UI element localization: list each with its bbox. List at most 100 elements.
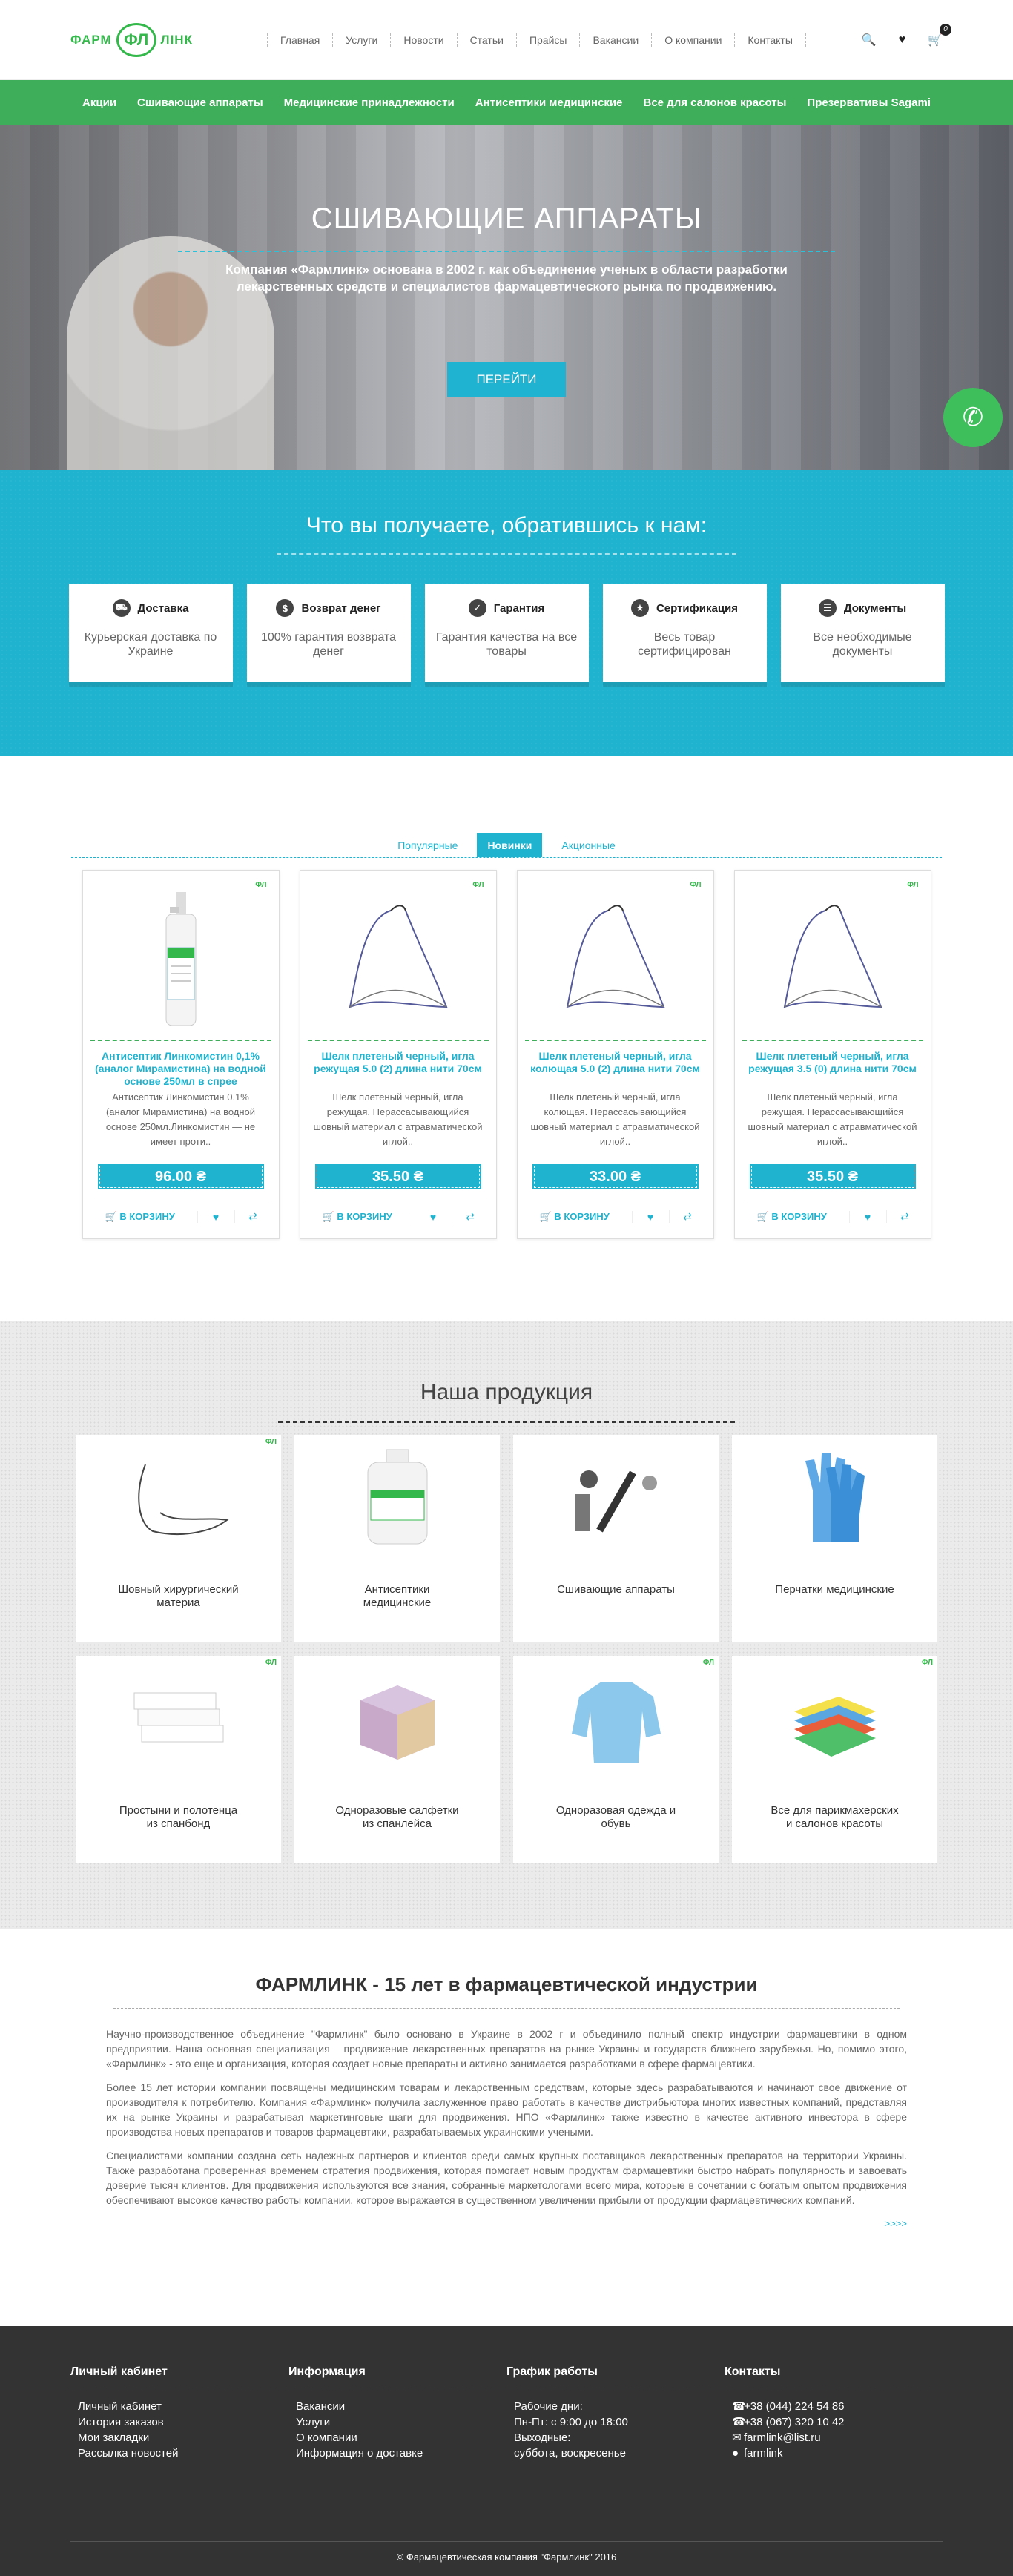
add-to-cart-button[interactable]: 🛒 В КОРЗИНУ <box>525 1211 632 1223</box>
nav-news[interactable]: Новости <box>391 33 458 47</box>
antiseptic-jar-image <box>367 1449 427 1545</box>
product-card[interactable]: ФЛ Шелк плетеный черный, игла режущая 5.… <box>299 870 497 1239</box>
product-image[interactable]: ФЛ <box>742 878 923 1041</box>
copyright: © Фармацевтическая компания "Фармлинк" 2… <box>396 2552 617 2563</box>
category-card-napkins[interactable]: Одноразовые салфетки из спанлейса <box>294 1656 500 1863</box>
wishlist-heart-icon[interactable]: ♥ <box>631 1210 669 1223</box>
benefit-card-refund: $ Возврат денег 100% гарантия возврата де… <box>246 584 411 682</box>
category-card-salons[interactable]: ФЛ Все для парикмахерских и салонов крас… <box>732 1656 937 1863</box>
wishlist-heart-icon[interactable]: ♥ <box>848 1210 886 1223</box>
product-tabs: Популярные Новинки Акционные <box>0 833 1013 857</box>
tab-sale[interactable]: Акционные <box>551 833 625 857</box>
product-description: Шелк плетеный черный, игла колющая. Нера… <box>530 1092 700 1147</box>
cart-icon[interactable]: 🛒 0 <box>928 23 951 47</box>
compare-arrows-icon[interactable]: ⇄ <box>885 1210 923 1223</box>
product-name[interactable]: Шелк плетеный черный, игла колющая 5.0 (… <box>525 1050 706 1090</box>
wishlist-heart-icon[interactable]: ♥ <box>197 1210 234 1223</box>
product-image[interactable]: ФЛ <box>524 878 706 1041</box>
brand-logo: ФЛ <box>690 881 702 889</box>
category-condoms[interactable]: Презервативы Sagami <box>796 96 941 109</box>
add-to-cart-button[interactable]: 🛒 В КОРЗИНУ <box>90 1211 197 1223</box>
category-promo[interactable]: Акции <box>72 96 127 109</box>
email-address: farmlink@list.ru <box>744 2431 821 2444</box>
compare-arrows-icon[interactable]: ⇄ <box>234 1210 271 1223</box>
logo-text-right: ЛІНК <box>160 32 193 47</box>
footer-link[interactable]: Личный кабинет <box>78 2399 288 2414</box>
nav-articles[interactable]: Статьи <box>458 33 517 47</box>
heart-icon[interactable]: ♥ <box>899 33 906 47</box>
category-name: Все для парикмахерских и салонов красоты <box>771 1804 899 1830</box>
contact-skype[interactable]: ● farmlink <box>732 2445 943 2461</box>
footer-link[interactable]: О компании <box>296 2430 506 2445</box>
category-medical-supplies[interactable]: Медицинские принадлежности <box>274 96 465 109</box>
envelope-icon: ✉ <box>732 2431 742 2444</box>
nav-prices[interactable]: Прайсы <box>517 33 581 47</box>
category-staplers[interactable]: Сшивающие аппараты <box>127 96 274 109</box>
wishlist-heart-icon[interactable]: ♥ <box>414 1210 452 1223</box>
category-antiseptics[interactable]: Антисептики медицинские <box>465 96 633 109</box>
contact-mobile[interactable]: ☎+38 (067) 320 10 42 <box>732 2414 943 2430</box>
search-icon[interactable]: 🔍 <box>862 33 877 47</box>
category-bar: Акции Сшивающие аппараты Медицинские при… <box>0 80 1013 125</box>
product-card[interactable]: ФЛ Антисептик Линкомистин 0,1% (аналог М… <box>82 870 280 1239</box>
logo[interactable]: ФАРМ ФЛ ЛІНК <box>70 22 211 57</box>
category-name: Шовный хирургический материа <box>118 1583 239 1609</box>
product-price: 35.50 ₴ <box>749 1164 916 1189</box>
read-more-link[interactable]: >>>> <box>106 2216 907 2231</box>
category-card-suture[interactable]: ФЛ Шовный хирургический материа <box>76 1435 281 1642</box>
product-price: 96.00 ₴ <box>97 1164 264 1189</box>
brand-logo: ФЛ <box>472 881 484 889</box>
category-card-towels[interactable]: ФЛ Простыни и полотенца из спанбонд <box>76 1656 281 1863</box>
benefit-text: Гарантия качества на все товары <box>435 631 578 658</box>
nav-home[interactable]: Главная <box>268 33 334 47</box>
product-name[interactable]: Антисептик Линкомистин 0,1% (аналог Мира… <box>90 1050 271 1090</box>
footer-col-account: Личный кабинет Личный кабинет История за… <box>70 2365 288 2461</box>
schedule-text: Пн-Пт: с 9:00 до 18:00 <box>514 2416 628 2428</box>
footer-link[interactable]: Информация о доставке <box>296 2445 506 2461</box>
napkins-image <box>360 1685 435 1760</box>
nav-about[interactable]: О компании <box>652 33 736 47</box>
compare-arrows-icon[interactable]: ⇄ <box>451 1210 489 1223</box>
hero-go-button[interactable]: ПЕРЕЙТИ <box>447 362 566 397</box>
category-card-clothing[interactable]: ФЛ Одноразовая одежда и обувь <box>513 1656 719 1863</box>
product-card[interactable]: ФЛ Шелк плетеный черный, игла режущая 3.… <box>733 870 931 1239</box>
about-divider <box>113 2008 900 2009</box>
tab-popular[interactable]: Популярные <box>387 833 468 857</box>
category-card-staplers[interactable]: Сшивающие аппараты <box>513 1435 719 1642</box>
about-paragraph: Специалистами компании создана сеть наде… <box>106 2150 907 2206</box>
footer-link[interactable]: Услуги <box>296 2414 506 2430</box>
footer-link[interactable]: Мои закладки <box>78 2430 288 2445</box>
footer-link[interactable]: Вакансии <box>296 2399 506 2414</box>
compare-arrows-icon[interactable]: ⇄ <box>668 1210 706 1223</box>
nav-contacts[interactable]: Контакты <box>735 33 806 47</box>
suture-image <box>783 905 882 1008</box>
top-nav: Главная Услуги Новости Статьи Прайсы Вак… <box>267 33 806 47</box>
footer-link[interactable]: Рассылка новостей <box>78 2445 288 2461</box>
tab-new[interactable]: Новинки <box>477 833 543 857</box>
product-image[interactable]: ФЛ <box>90 878 271 1041</box>
product-price: 33.00 ₴ <box>532 1164 699 1189</box>
products-section: Популярные Новинки Акционные ФЛ Антисепт… <box>0 756 1013 1321</box>
phone-icon[interactable]: ✆ <box>943 388 1003 447</box>
add-to-cart-button[interactable]: 🛒 В КОРЗИНУ <box>308 1211 415 1223</box>
contact-email[interactable]: ✉ farmlink@list.ru <box>732 2430 943 2445</box>
category-card-antiseptics[interactable]: Антисептики медицинские <box>294 1435 500 1642</box>
logo-mark: ФЛ <box>116 22 156 57</box>
add-to-cart-button[interactable]: 🛒 В КОРЗИНУ <box>742 1211 849 1223</box>
product-name[interactable]: Шелк плетеный черный, игла режущая 3.5 (… <box>742 1050 923 1090</box>
category-image: ФЛ <box>513 1656 719 1782</box>
benefits-section: Что вы получаете, обратившись к нам: ⛟ До… <box>0 470 1013 756</box>
category-beauty-salons[interactable]: Все для салонов красоты <box>633 96 796 109</box>
nav-vacancies[interactable]: Вакансии <box>580 33 653 47</box>
product-name[interactable]: Шелк плетеный черный, игла режущая 5.0 (… <box>308 1050 489 1090</box>
contact-phone[interactable]: ☎+38 (044) 224 54 86 <box>732 2399 943 2414</box>
product-description: Шелк плетеный черный, игла режущая. Нера… <box>748 1092 917 1147</box>
product-actions: 🛒 В КОРЗИНУ ♥ ⇄ <box>90 1203 271 1229</box>
nav-services[interactable]: Услуги <box>333 33 392 47</box>
product-image[interactable]: ФЛ <box>307 878 489 1041</box>
product-card[interactable]: ФЛ Шелк плетеный черный, игла колющая 5.… <box>516 870 714 1239</box>
product-price: 35.50 ₴ <box>314 1164 481 1189</box>
product-description: Шелк плетеный черный, игла режущая. Нера… <box>313 1092 483 1147</box>
footer-link[interactable]: История заказов <box>78 2414 288 2430</box>
category-card-gloves[interactable]: Перчатки медицинские <box>732 1435 937 1642</box>
